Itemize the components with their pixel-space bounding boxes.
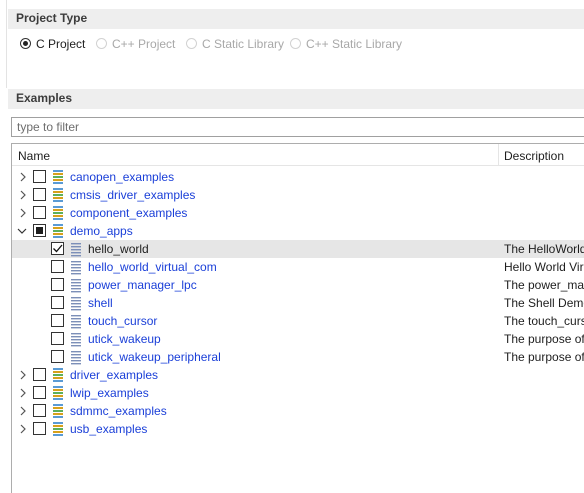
filter-input[interactable] [12, 118, 582, 136]
example-folder-icon [52, 421, 66, 437]
tree-folder-row[interactable]: usb_examples [12, 420, 584, 438]
tree-folder-row[interactable]: canopen_examples [12, 168, 584, 186]
project-type-header: Project Type [8, 9, 584, 29]
filter-box [11, 117, 584, 137]
example-folder-icon [52, 385, 66, 401]
example-file-icon [70, 241, 84, 257]
chevron-right-icon[interactable] [19, 424, 27, 434]
tree-folder-row[interactable]: sdmmc_examples [12, 402, 584, 420]
row-label: driver_examples [70, 368, 159, 382]
column-separator[interactable] [498, 144, 499, 166]
row-label: lwip_examples [70, 386, 149, 400]
row-checkbox[interactable] [33, 224, 46, 237]
tree-item-row[interactable]: shell The Shell Demo [12, 294, 584, 312]
row-checkbox[interactable] [33, 404, 46, 417]
row-description: The purpose of [504, 332, 584, 346]
tree-folder-row[interactable]: lwip_examples [12, 384, 584, 402]
tree-folder-row[interactable]: demo_apps [12, 222, 584, 240]
chevron-right-icon[interactable] [19, 190, 27, 200]
row-label: usb_examples [70, 422, 148, 436]
row-checkbox[interactable] [33, 368, 46, 381]
radio-cpp-static-library[interactable]: C++ Static Library [290, 36, 404, 54]
row-label: shell [88, 296, 113, 310]
column-name-header[interactable]: Name [18, 149, 50, 163]
tree-column-header: Name Description [12, 144, 584, 166]
row-description: Hello World Vir [504, 260, 584, 274]
tree-item-row[interactable]: utick_wakeup The purpose of [12, 330, 584, 348]
tree-folder-row[interactable]: cmsis_driver_examples [12, 186, 584, 204]
example-file-icon [70, 331, 84, 347]
row-label: power_manager_lpc [88, 278, 197, 292]
example-folder-icon [52, 403, 66, 419]
example-folder-icon [52, 223, 66, 239]
row-checkbox[interactable] [33, 422, 46, 435]
row-label: canopen_examples [70, 170, 175, 184]
example-file-icon [70, 295, 84, 311]
radio-unselected-icon [96, 38, 107, 49]
row-checkbox[interactable] [51, 278, 64, 291]
row-checkbox[interactable] [33, 170, 46, 183]
tree-item-row[interactable]: hello_world_virtual_com Hello World Vir [12, 258, 584, 276]
chevron-right-icon[interactable] [19, 406, 27, 416]
row-checkbox[interactable] [33, 206, 46, 219]
row-description: The Shell Demo [504, 296, 584, 310]
example-file-icon [70, 349, 84, 365]
row-label: component_examples [70, 206, 188, 220]
row-label: cmsis_driver_examples [70, 188, 196, 202]
row-label: hello_world [88, 242, 149, 256]
radio-unselected-icon [290, 38, 301, 49]
radio-c-project[interactable]: C Project [20, 36, 90, 54]
chevron-right-icon[interactable] [19, 388, 27, 398]
tree-item-row[interactable]: utick_wakeup_peripheral The purpose of [12, 348, 584, 366]
row-checkbox[interactable] [33, 386, 46, 399]
row-description: The HelloWorld [504, 242, 584, 256]
radio-label: C++ Static Library [306, 37, 403, 51]
tree-item-row[interactable]: hello_world The HelloWorld [12, 240, 584, 258]
radio-selected-icon [20, 38, 31, 49]
project-type-title: Project Type [16, 11, 88, 25]
radio-c-static-library[interactable]: C Static Library [186, 36, 285, 54]
example-file-icon [70, 277, 84, 293]
examples-title: Examples [16, 91, 73, 105]
example-file-icon [70, 259, 84, 275]
tree-folder-row[interactable]: driver_examples [12, 366, 584, 384]
row-checkbox[interactable] [51, 260, 64, 273]
examples-tree[interactable]: Name Description canopen_examples cmsis_d… [11, 143, 584, 493]
examples-header: Examples [8, 89, 584, 109]
radio-cpp-project[interactable]: C++ Project [96, 36, 180, 54]
chevron-right-icon[interactable] [19, 370, 27, 380]
radio-label: C++ Project [112, 37, 176, 51]
row-label: utick_wakeup_peripheral [88, 350, 221, 364]
example-folder-icon [52, 367, 66, 383]
left-border-line [6, 0, 7, 88]
row-label: utick_wakeup [88, 332, 161, 346]
row-checkbox[interactable] [33, 188, 46, 201]
column-description-header[interactable]: Description [504, 149, 564, 163]
row-label: demo_apps [70, 224, 133, 238]
row-label: hello_world_virtual_com [88, 260, 217, 274]
radio-label: C Project [36, 37, 86, 51]
example-file-icon [70, 313, 84, 329]
row-checkbox[interactable] [51, 296, 64, 309]
row-checkbox[interactable] [51, 332, 64, 345]
example-folder-icon [52, 187, 66, 203]
tree-folder-row[interactable]: component_examples [12, 204, 584, 222]
chevron-down-icon[interactable] [17, 227, 27, 237]
radio-label: C Static Library [202, 37, 285, 51]
radio-unselected-icon [186, 38, 197, 49]
example-folder-icon [52, 169, 66, 185]
row-label: sdmmc_examples [70, 404, 167, 418]
tree-item-row[interactable]: power_manager_lpc The power_mar [12, 276, 584, 294]
row-description: The purpose of [504, 350, 584, 364]
chevron-right-icon[interactable] [19, 208, 27, 218]
example-folder-icon [52, 205, 66, 221]
chevron-right-icon[interactable] [19, 172, 27, 182]
tree-item-row[interactable]: touch_cursor The touch_curs [12, 312, 584, 330]
row-checkbox[interactable] [51, 350, 64, 363]
row-label: touch_cursor [88, 314, 158, 328]
row-description: The power_mar [504, 278, 584, 292]
row-checkbox[interactable] [51, 314, 64, 327]
row-checkbox[interactable] [51, 242, 64, 255]
row-description: The touch_curs [504, 314, 584, 328]
